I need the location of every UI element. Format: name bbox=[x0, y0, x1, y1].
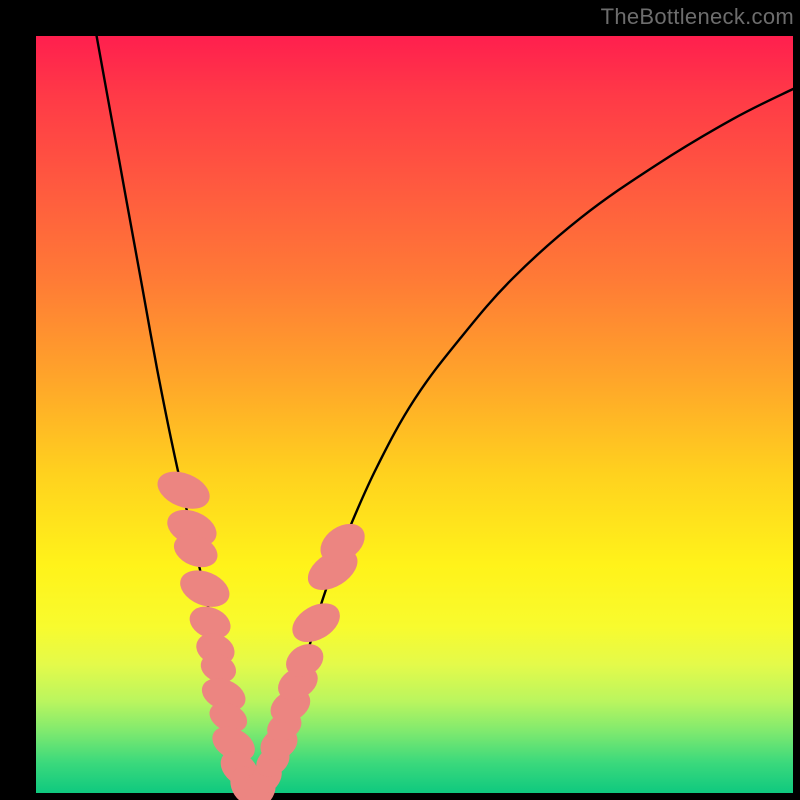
chart-frame: TheBottleneck.com bbox=[0, 0, 800, 800]
watermark-text: TheBottleneck.com bbox=[601, 4, 794, 30]
curve-svg bbox=[36, 36, 793, 793]
marker-group bbox=[152, 464, 372, 800]
curve-marker bbox=[175, 563, 235, 613]
plot-area bbox=[36, 36, 793, 793]
bottleneck-curve bbox=[97, 36, 793, 793]
curve-marker bbox=[152, 464, 215, 515]
curve-marker bbox=[285, 595, 346, 650]
